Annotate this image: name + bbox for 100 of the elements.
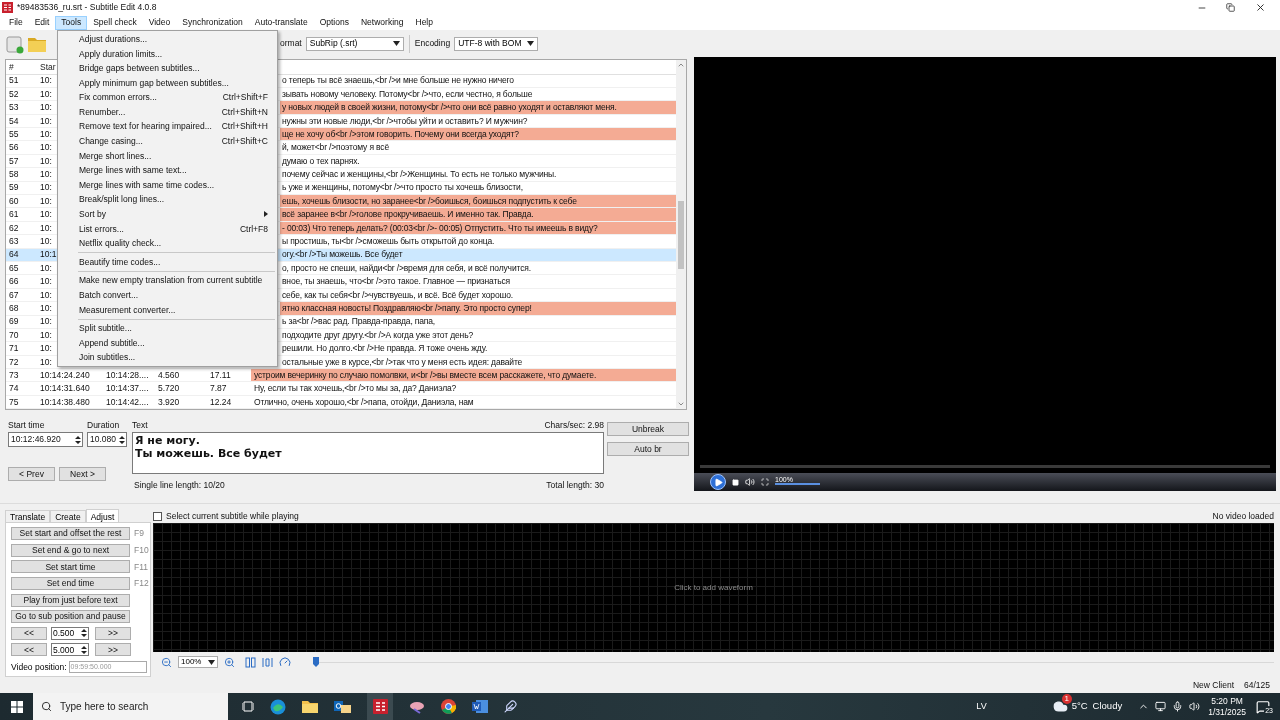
encoding-select[interactable]: UTF-8 with BOM [454,36,539,51]
table-cell-text: 10: [39,302,53,315]
menu-item[interactable]: Make new empty translation from current subtitle [58,273,277,289]
menu-item[interactable]: Options [313,15,355,30]
table-cell-text: 56 [8,141,20,154]
menu-item[interactable]: Measurement converter... [58,302,277,318]
menu-item[interactable]: Adjust durations... [58,32,277,47]
table-cell-text: ы простишь, ты<br />сможешь быть открытой до конца. [281,235,496,248]
adjust-button[interactable]: Go to sub position and pause [11,610,130,624]
table-cell-text: 10: [39,235,53,248]
duration-field[interactable]: 10.080 [87,432,127,447]
spinner-icon[interactable] [75,434,81,445]
browser-icon[interactable] [270,698,286,715]
start-time-field[interactable]: 10:12:46.920 [8,432,83,447]
temperature[interactable]: 5°C [1071,699,1088,714]
menu-item[interactable]: Bridge gaps between subtitles... [58,61,277,76]
step-forward-button[interactable]: >> [95,626,131,640]
restore-icon[interactable] [1226,3,1235,13]
scrollbar[interactable] [676,60,686,410]
step-field[interactable]: 5.000 [51,643,89,657]
microphone-icon[interactable] [1172,701,1184,712]
speed-icon[interactable] [279,656,291,669]
tab[interactable]: Translate [5,510,51,523]
folder-icon[interactable] [302,700,318,713]
menu-item[interactable]: Batch convert... [58,288,277,303]
table-cell-text: 74 [8,382,20,395]
bracket-icon[interactable] [262,656,273,668]
table-cell-text: 52 [8,87,20,101]
shortcut-label: F9 [134,527,144,541]
step-back-button[interactable]: << [11,643,47,657]
volume-level[interactable] [775,483,820,486]
document-icon[interactable] [472,699,488,714]
spinner-icon[interactable] [81,644,87,655]
spinner-icon[interactable] [81,628,87,639]
app-logo-icon[interactable] [372,699,388,714]
play-button[interactable] [710,474,726,491]
task-view-icon[interactable] [242,701,254,712]
format-select[interactable]: SubRip (.srt) [305,36,404,51]
menu-item[interactable]: Apply duration limits... [58,46,277,62]
menu-item[interactable]: Networking [354,15,410,30]
adjust-button[interactable]: Set start and offset the rest [11,527,130,541]
menu-item[interactable]: Sort by [58,207,277,222]
scrollbar-thumb[interactable] [678,201,684,270]
menu-item[interactable]: Spell check [87,15,143,30]
close-icon[interactable] [1255,2,1266,14]
zoom-out-icon[interactable] [161,656,172,668]
network-icon[interactable] [1155,701,1167,712]
spinner-icon[interactable] [119,434,125,445]
menu-item[interactable]: Auto-translate [248,15,314,30]
step-forward-button[interactable]: >> [95,643,131,657]
editor-button[interactable]: Auto br [607,442,689,457]
menu-item[interactable]: Help [409,15,439,30]
editor-button[interactable]: Unbreak [607,422,689,437]
table-cell: ешь, хочешь близости, но заранее<br />боишься, боишься подпустить к себе [280,195,676,208]
menu-item[interactable]: Edit [28,15,56,30]
next-button[interactable]: Next > [59,467,106,481]
shortcut-label: F11 [134,560,149,574]
table-cell-text: 10:14:37.... [105,382,150,395]
speaker-icon[interactable] [1189,701,1201,712]
checkbox[interactable] [153,511,162,521]
zoom-in-icon[interactable] [224,656,235,668]
waveform-area[interactable]: Click to add waveform [153,523,1274,653]
stop-icon[interactable] [732,478,739,486]
prev-button[interactable]: < Prev [8,467,55,481]
clock[interactable]: 5:20 PM 1/31/2025 [1208,695,1246,718]
volume-icon[interactable] [745,477,755,488]
step-back-button[interactable]: << [11,626,47,640]
menu-item[interactable]: Netflix quality check... [58,236,277,251]
step-field[interactable]: 0.500 [51,626,89,640]
table-row[interactable]: 73 10:14:24.240 10:14:28.... 4.560 17.11 устроим вечеринку по случаю помолвки, и<br />вы вместе всем расскажете, что думаете. [6,369,676,383]
table-cell-text: 68 [8,302,20,315]
chrome-icon[interactable] [441,699,456,714]
adjust-button[interactable]: Play from just before text [11,593,130,607]
column-header[interactable]: # [6,60,38,74]
zoom-select[interactable]: 100% [178,656,218,669]
menu-item[interactable]: Synchronization [176,15,249,30]
mail-icon[interactable] [334,699,351,714]
new-file-icon[interactable] [5,33,25,54]
search-field[interactable]: Type here to search [33,693,228,720]
adjust-button[interactable]: Set end time [11,577,130,591]
menu-item[interactable]: Video [142,15,177,30]
weather-condition[interactable]: Cloudy [1092,699,1123,714]
fullscreen-icon[interactable] [761,478,769,487]
menu-shortcut: Ctrl+F8 [239,222,268,236]
table-cell-text: решили. Но долго.<br />Не правда. Я тоже очень жду. [281,342,489,355]
subtitle-text-field[interactable]: Я не могу. Ты можешь. Все будет [132,432,604,474]
table-row[interactable]: 74 10:14:31.640 10:14:37.... 5.720 7.87 Ну, если ты так хочешь,<br />то мы за, да? Даниэла? [6,382,676,396]
menu-item[interactable]: List errors... Ctrl+F8 [58,221,277,237]
adjust-button[interactable]: Set start time [11,560,130,574]
feather-icon[interactable] [504,700,517,713]
table-cell-text: 10:14:31.640 [39,382,91,395]
language-indicator[interactable]: LV [976,699,987,714]
cloud-icon[interactable] [1052,699,1068,714]
columns-icon[interactable] [245,656,256,668]
tab[interactable]: Create [50,510,86,523]
slider-thumb[interactable] [313,657,319,668]
menu-item[interactable]: File [3,15,29,30]
menu-item[interactable]: Break/split long lines... [58,192,277,208]
adjust-button[interactable]: Set end & go to next [11,543,130,557]
tab[interactable]: Adjust [85,509,120,523]
